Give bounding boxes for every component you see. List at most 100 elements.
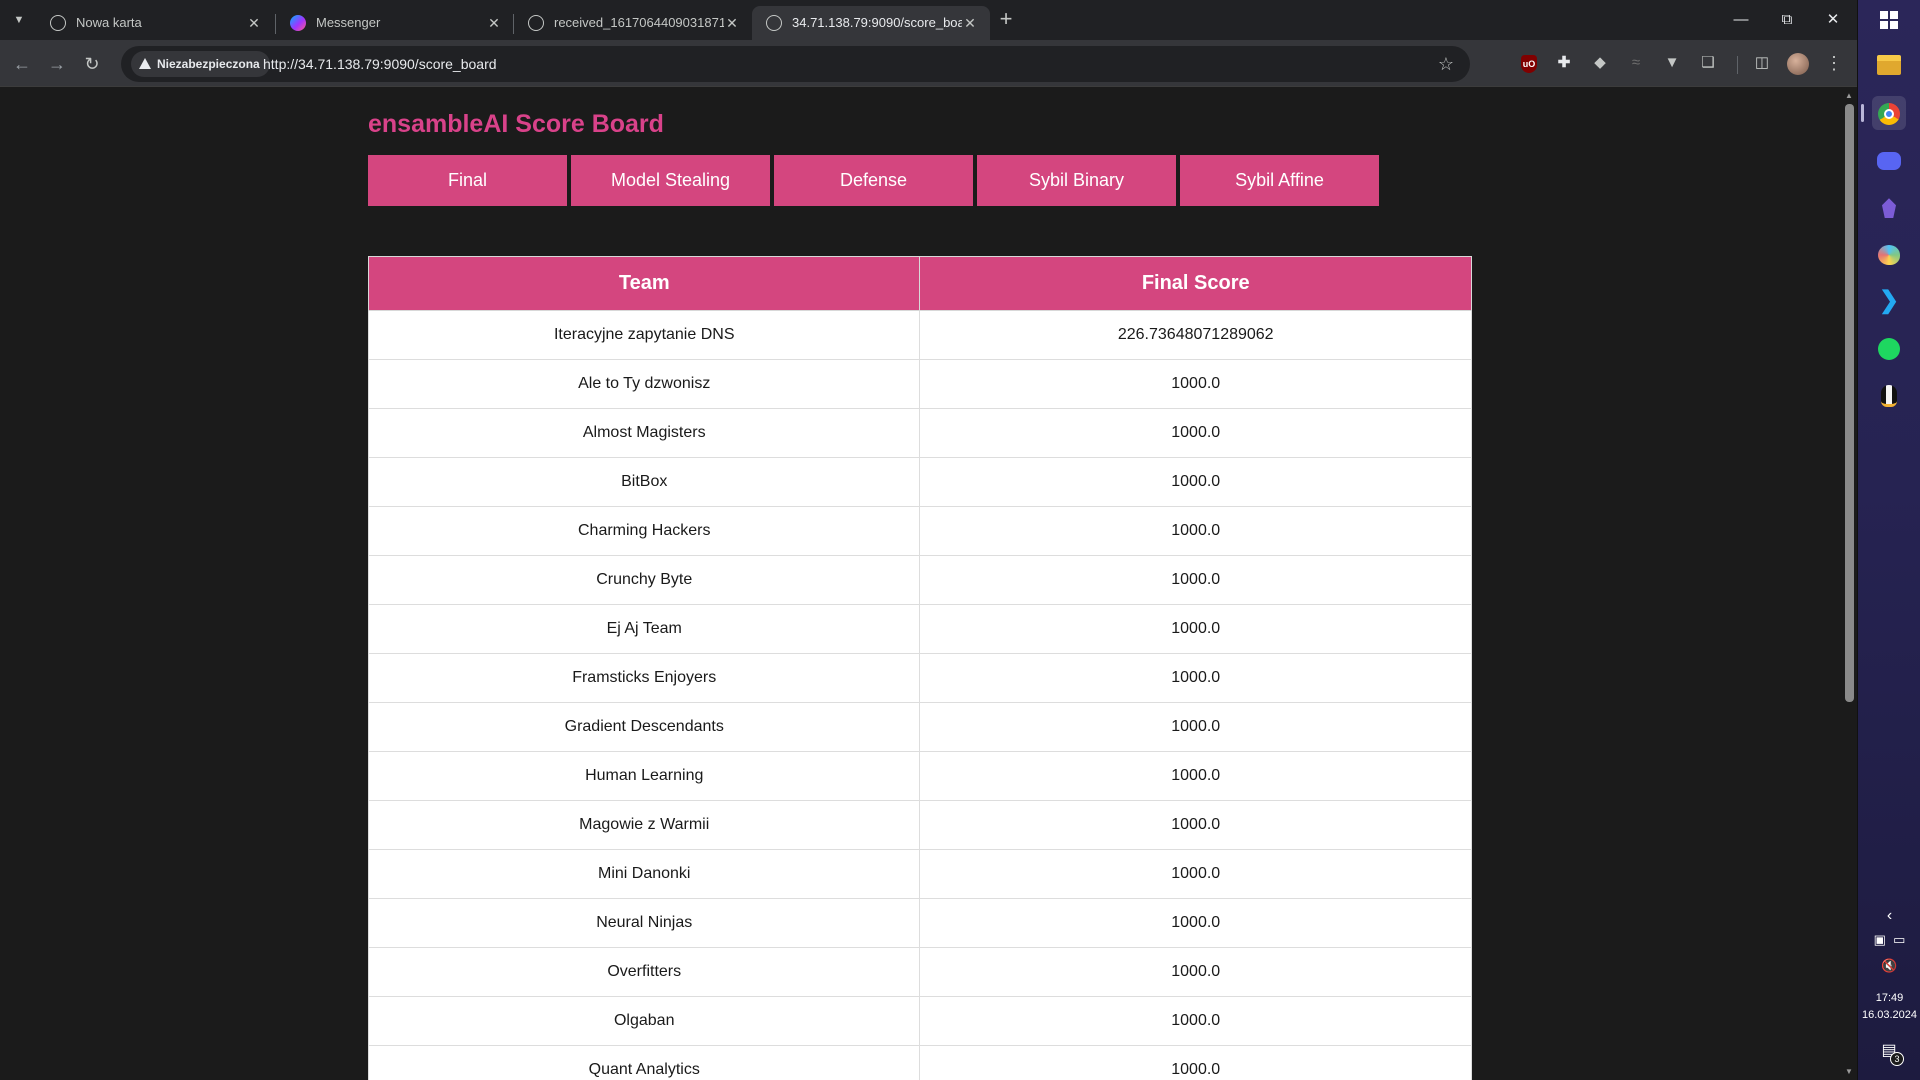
back-button[interactable]: ← (8, 50, 36, 78)
score-cell: 1000.0 (919, 751, 1472, 801)
team-cell: Gradient Descendants (367, 702, 921, 752)
bookmark-star-icon[interactable]: ☆ (1434, 52, 1458, 76)
page-viewport: ensambleAI Score Board Final Model Steal… (0, 88, 1841, 1080)
wave-extension-icon[interactable]: ≈ (1625, 52, 1647, 74)
linux-taskbar-button[interactable] (1872, 378, 1906, 412)
tab-strip: ▼ Nowa karta ✕ Messenger ✕ received_1617… (0, 0, 1857, 40)
vertical-scrollbar[interactable]: ▲ ▼ (1841, 88, 1857, 1080)
score-cell: 1000.0 (919, 457, 1472, 507)
clock-time: 17:49 (1875, 992, 1904, 1004)
score-cell: 1000.0 (919, 1045, 1472, 1080)
score-table: Team Final Score Iteracyjne zapytanie DN… (367, 256, 1472, 1080)
table-header-row: Team Final Score (367, 256, 1472, 311)
team-cell: Iteracyjne zapytanie DNS (367, 310, 921, 360)
tab-received-jpeg[interactable]: received_1617064409031871.jpeg ✕ (514, 6, 752, 40)
team-column-header: Team (367, 256, 921, 311)
kebab-menu-icon[interactable]: ⋮ (1823, 52, 1845, 74)
side-panel-icon[interactable]: ◫ (1751, 52, 1773, 74)
table-row: Quant Analytics 1000.0 (367, 1045, 1472, 1080)
tab-title: Nowa karta (76, 15, 142, 30)
window-close-button[interactable]: ✕ (1810, 0, 1856, 40)
extensions-puzzle-icon[interactable]: ❑ (1697, 52, 1719, 74)
table-row: Almost Magisters 1000.0 (367, 408, 1472, 458)
toolbar-divider (1737, 56, 1738, 74)
table-row: Mini Danonki 1000.0 (367, 849, 1472, 899)
forward-button[interactable]: → (43, 50, 71, 78)
close-icon[interactable]: ✕ (484, 13, 504, 33)
spotify-icon (1878, 338, 1900, 361)
security-label: Niezabezpieczona (157, 57, 260, 71)
system-tray-icons: ▣ ▭ (1858, 932, 1920, 948)
warning-icon (139, 58, 151, 69)
scrollbar-thumb[interactable] (1845, 104, 1854, 702)
address-bar[interactable]: Niezabezpieczona http://34.71.138.79:909… (121, 46, 1470, 82)
close-icon[interactable]: ✕ (960, 13, 980, 33)
nav-sybil-affine-button[interactable]: Sybil Affine (1180, 155, 1379, 206)
site-info-chip[interactable]: Niezabezpieczona (131, 51, 270, 77)
messenger-icon (290, 15, 306, 31)
file-explorer-icon[interactable] (1877, 55, 1901, 75)
scroll-up-arrow-icon[interactable]: ▲ (1841, 89, 1857, 103)
restore-button[interactable]: ⧉ (1764, 0, 1810, 40)
notification-count-badge: 3 (1890, 1052, 1904, 1066)
discord-taskbar-button[interactable] (1872, 143, 1906, 177)
globe-icon (766, 15, 782, 31)
nav-sybil-binary-button[interactable]: Sybil Binary (977, 155, 1176, 206)
tab-score-board[interactable]: 34.71.138.79:9090/score_board ✕ (752, 6, 990, 40)
tux-penguin-icon (1881, 385, 1897, 408)
nav-model-stealing-button[interactable]: Model Stealing (571, 155, 770, 206)
clock-date: 16.03.2024 (1861, 1009, 1918, 1021)
team-cell: Ale to Ty dzwonisz (367, 359, 921, 409)
new-tab-button[interactable]: + (994, 8, 1018, 32)
table-row: Ej Aj Team 1000.0 (367, 604, 1472, 654)
vscode-taskbar-button[interactable]: ❯ (1872, 284, 1906, 318)
v-extension-icon[interactable]: ▼ (1661, 52, 1683, 74)
tab-messenger[interactable]: Messenger ✕ (276, 6, 514, 40)
nav-defense-button[interactable]: Defense (774, 155, 973, 206)
obsidian-taskbar-button[interactable] (1872, 190, 1906, 224)
team-cell: BitBox (367, 457, 921, 507)
reload-button[interactable]: ↻ (78, 50, 106, 78)
meet-now-icon[interactable]: ▣ (1874, 932, 1886, 947)
score-cell: 1000.0 (919, 506, 1472, 556)
table-row: Framsticks Enjoyers 1000.0 (367, 653, 1472, 703)
battery-icon[interactable]: ▭ (1893, 932, 1905, 947)
paint-taskbar-button[interactable] (1872, 237, 1906, 271)
scroll-down-arrow-icon[interactable]: ▼ (1841, 1065, 1857, 1079)
windows-start-icon[interactable] (1880, 11, 1898, 29)
volume-muted-icon[interactable]: 🔇 (1858, 958, 1920, 974)
team-cell: Quant Analytics (367, 1045, 921, 1080)
taskbar-clock[interactable]: 17:49 16.03.2024 (1858, 990, 1920, 1024)
score-cell: 1000.0 (919, 849, 1472, 899)
vscode-icon: ❯ (1878, 287, 1900, 314)
url-text[interactable]: http://34.71.138.79:9090/score_board (263, 55, 497, 73)
profile-avatar[interactable] (1787, 53, 1809, 75)
table-row: Ale to Ty dzwonisz 1000.0 (367, 359, 1472, 409)
team-cell: Charming Hackers (367, 506, 921, 556)
score-cell: 1000.0 (919, 604, 1472, 654)
close-icon[interactable]: ✕ (722, 13, 742, 33)
show-hidden-icons-chevron-icon[interactable]: ‹ (1858, 907, 1920, 925)
team-cell: Olgaban (367, 996, 921, 1046)
score-cell: 1000.0 (919, 359, 1472, 409)
ublock-icon[interactable]: uO (1521, 55, 1537, 73)
team-cell: Magowie z Warmii (367, 800, 921, 850)
spotify-taskbar-button[interactable] (1872, 331, 1906, 365)
score-cell: 1000.0 (919, 898, 1472, 948)
table-row: Neural Ninjas 1000.0 (367, 898, 1472, 948)
windows-taskbar: ❯ ‹ ▣ ▭ 🔇 17:49 16.03.2024 ▤ 3 (1857, 0, 1920, 1080)
tab-search-button[interactable]: ▼ (6, 8, 32, 32)
chrome-icon (1878, 103, 1900, 126)
minimize-button[interactable]: — (1718, 0, 1764, 40)
nav-final-button[interactable]: Final (368, 155, 567, 206)
team-cell: Neural Ninjas (367, 898, 921, 948)
tab-new-tab[interactable]: Nowa karta ✕ (36, 6, 274, 40)
score-cell: 226.73648071289062 (919, 310, 1472, 360)
medical-cross-extension-icon[interactable]: ✚ (1553, 52, 1575, 74)
team-cell: Almost Magisters (367, 408, 921, 458)
close-icon[interactable]: ✕ (244, 13, 264, 33)
table-row: Gradient Descendants 1000.0 (367, 702, 1472, 752)
score-cell: 1000.0 (919, 800, 1472, 850)
diamond-extension-icon[interactable]: ◆ (1589, 52, 1611, 74)
chrome-taskbar-button[interactable] (1872, 96, 1906, 130)
